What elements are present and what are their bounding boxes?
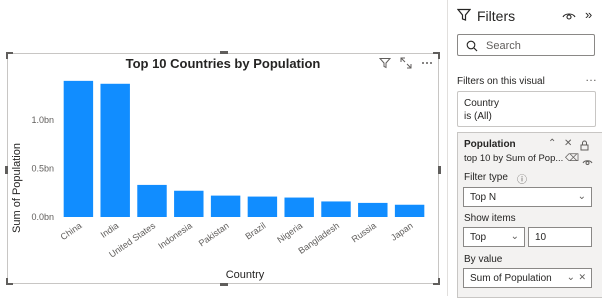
chevron-up-icon[interactable]: ⌃	[548, 138, 556, 149]
filter-type-dropdown[interactable]: Top N ⌄	[463, 187, 592, 207]
bar-united-states[interactable]	[137, 184, 167, 217]
x-tick-label: Pakistan	[197, 220, 231, 248]
filter-field-name: Population	[464, 139, 516, 150]
show-items-direction: Top	[470, 232, 487, 243]
eraser-icon[interactable]: ⌫	[565, 153, 579, 164]
bar-china[interactable]	[63, 80, 94, 218]
search-input[interactable]: Search	[457, 34, 595, 56]
close-icon[interactable]: ✕	[578, 272, 586, 283]
y-tick-label: 1.0bn	[31, 115, 54, 125]
filters-pane: Filters » Search Filters on this visual …	[447, 0, 602, 298]
bar-bangladesh[interactable]	[321, 201, 351, 217]
chevron-down-icon: ⌄	[510, 231, 519, 242]
show-items-count: 10	[535, 232, 547, 243]
x-tick-label: India	[99, 220, 121, 239]
eye-icon[interactable]	[582, 154, 593, 172]
x-tick-label: Japan	[389, 220, 415, 242]
by-value-field-well[interactable]: Sum of Population ⌄ ✕	[463, 268, 592, 288]
close-icon[interactable]: ✕	[564, 138, 572, 149]
show-items-label: Show items	[464, 213, 516, 224]
funnel-icon	[456, 8, 472, 27]
x-tick-label: Russia	[350, 220, 378, 244]
filters-pane-header: Filters » Search	[448, 0, 602, 68]
eye-icon[interactable]	[562, 9, 576, 27]
double-chevron-right-icon[interactable]: »	[585, 7, 592, 22]
bar-indonesia[interactable]	[174, 190, 204, 217]
more-options-icon[interactable]: …	[585, 70, 597, 84]
filter-type-label: Filter type	[464, 172, 508, 183]
bar-india[interactable]	[100, 83, 130, 217]
bar-russia[interactable]	[358, 202, 388, 217]
x-tick-label: Brazil	[243, 220, 267, 241]
resize-handle[interactable]	[438, 166, 441, 174]
chevron-down-icon[interactable]: ⌄	[567, 272, 575, 283]
x-tick-label: China	[59, 220, 84, 242]
info-icon[interactable]: ⓘ	[517, 171, 527, 186]
filter-card-population[interactable]: Population ⌃ ✕ top 10 by Sum of Pop... ⌫…	[457, 132, 602, 298]
filter-field-name: Country	[464, 98, 500, 109]
filter-state: is (All)	[464, 111, 492, 122]
x-tick-label: Nigeria	[275, 220, 304, 245]
search-icon	[466, 39, 478, 57]
x-tick-label: Indonesia	[156, 220, 194, 251]
x-axis-title: Country	[226, 269, 265, 281]
by-value-label: By value	[464, 254, 503, 265]
filter-type-value: Top N	[470, 192, 497, 203]
bar-pakistan[interactable]	[210, 195, 241, 217]
bar-nigeria[interactable]	[284, 197, 314, 217]
chevron-down-icon: ⌄	[577, 191, 586, 202]
chart-plot: 0.0bn0.5bn1.0bn China IndiaUnited States I…	[11, 80, 425, 281]
y-tick-label: 0.0bn	[31, 212, 54, 222]
resize-handle[interactable]	[220, 283, 228, 286]
show-items-count-input[interactable]: 10	[528, 227, 592, 247]
y-axis-title: Sum of Population	[11, 143, 23, 233]
section-filters-on-visual: Filters on this visual	[457, 76, 545, 87]
by-value-field: Sum of Population	[470, 273, 552, 284]
filter-summary: top 10 by Sum of Pop...	[464, 153, 564, 164]
bar-chart-visual[interactable]: Top 10 Countries by Population 0.0bn 0.5b…	[5, 51, 441, 286]
bar-japan[interactable]	[394, 204, 425, 217]
bar-brazil[interactable]	[247, 196, 278, 217]
search-placeholder: Search	[486, 40, 521, 52]
show-items-direction-dropdown[interactable]: Top ⌄	[463, 227, 525, 247]
x-tick-label: Bangladesh	[296, 220, 341, 255]
filters-pane-title: Filters	[477, 8, 516, 24]
filter-card-country[interactable]: Country is (All)	[457, 91, 596, 127]
y-tick-label: 0.5bn	[31, 163, 54, 173]
